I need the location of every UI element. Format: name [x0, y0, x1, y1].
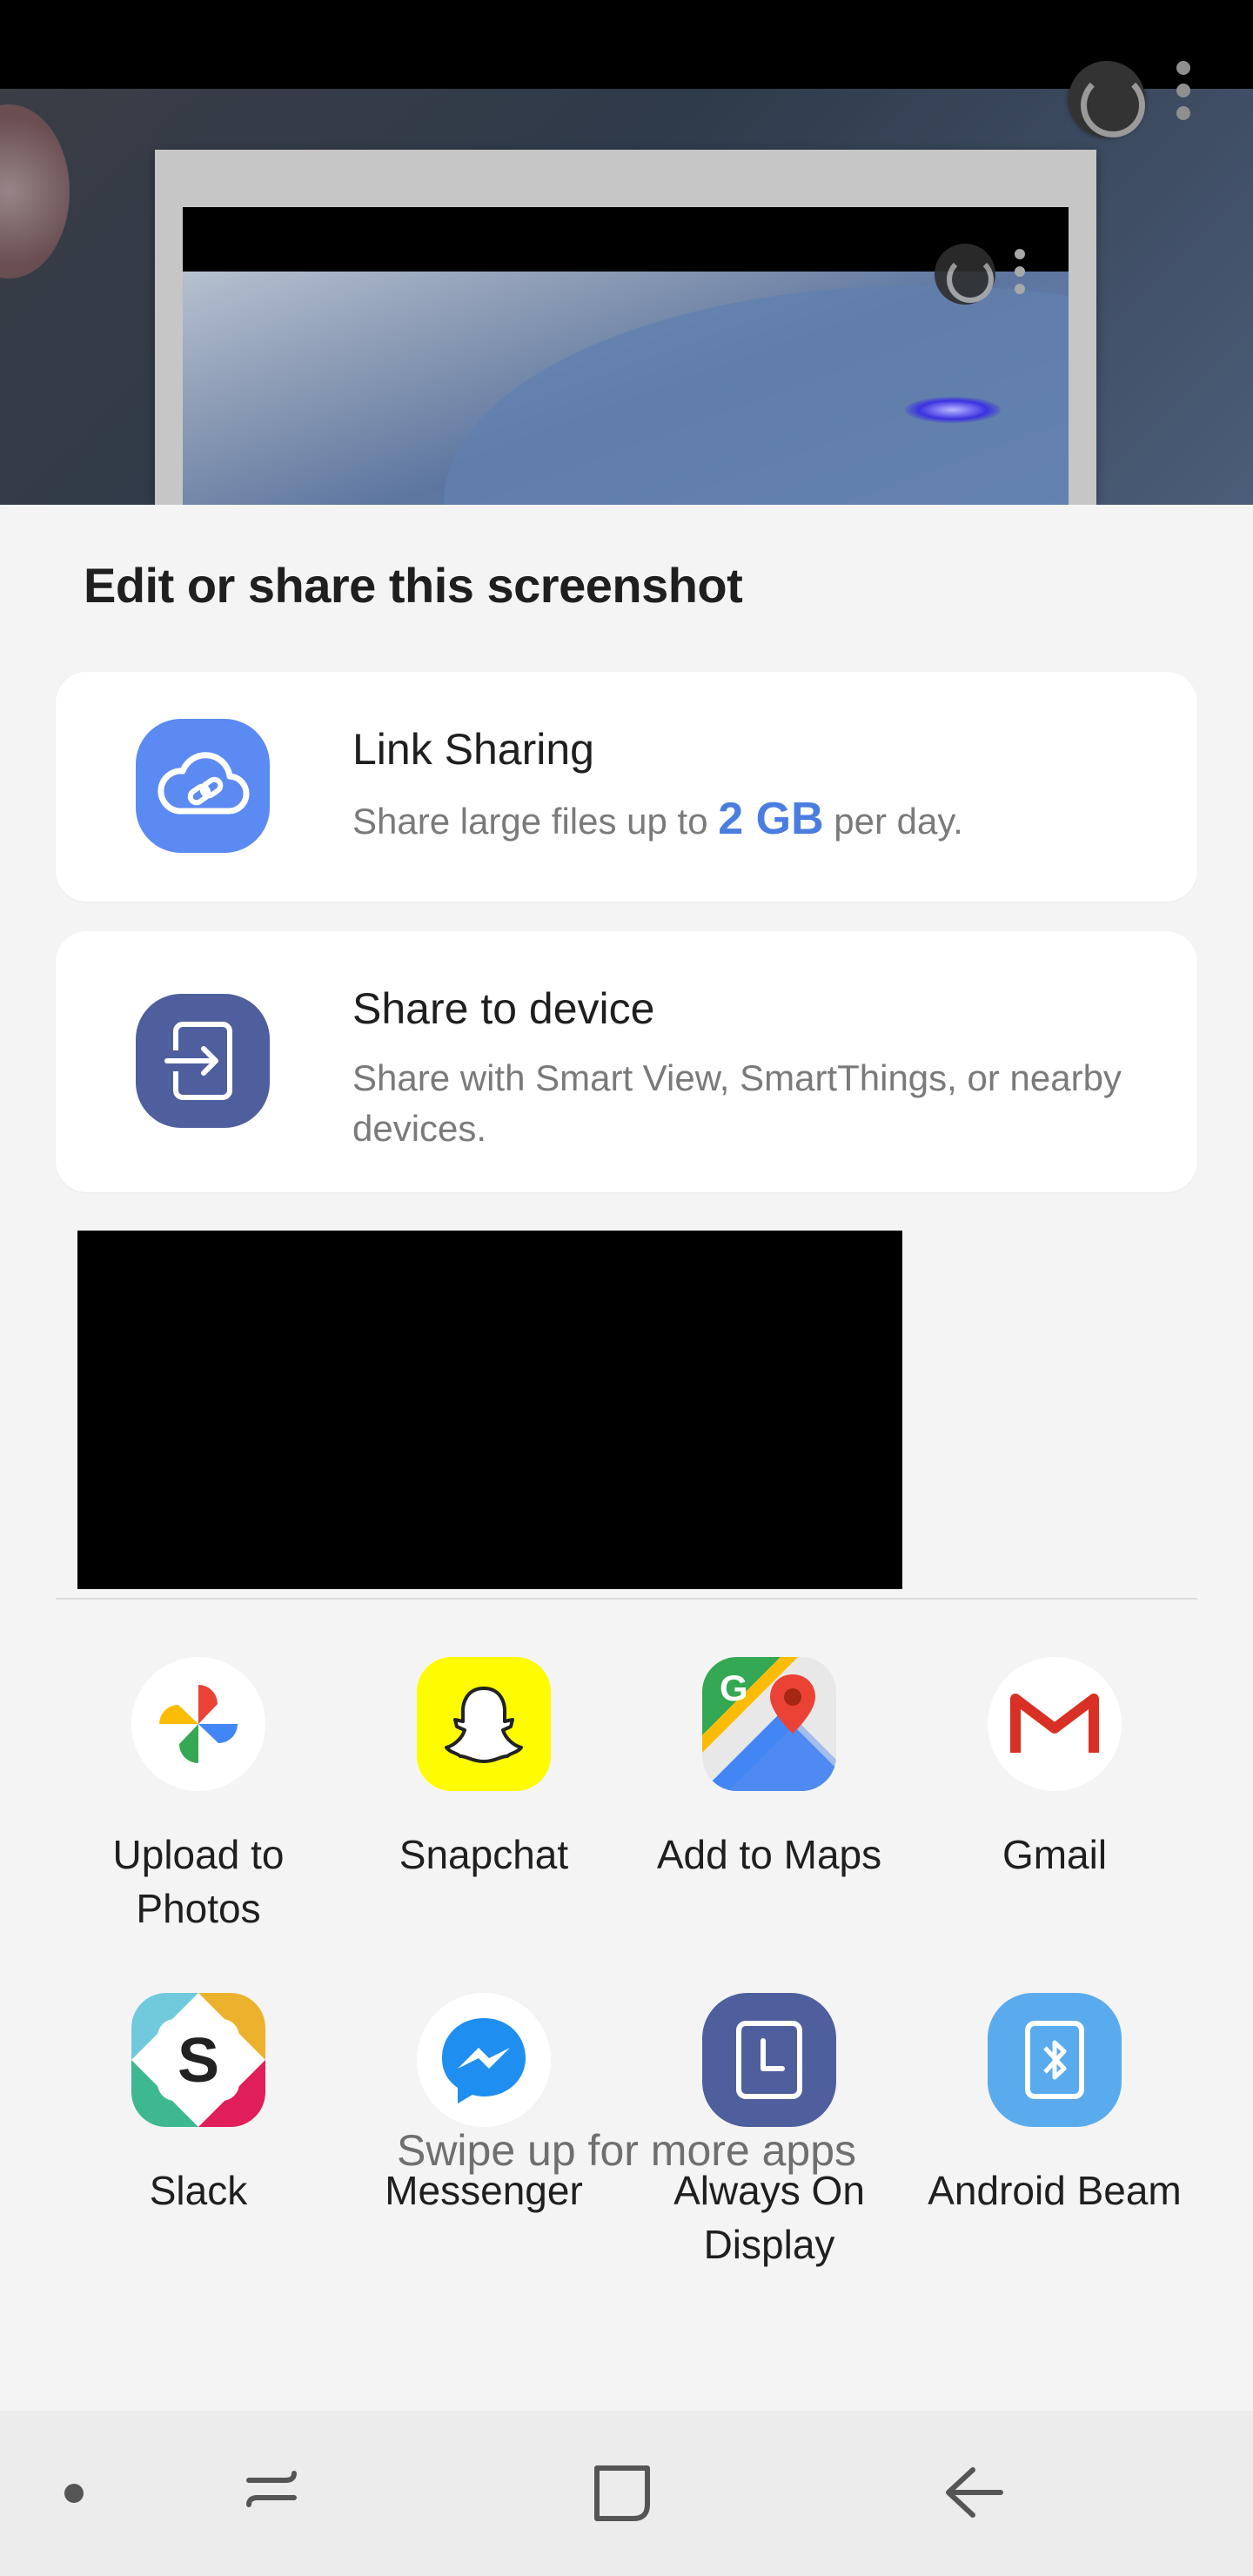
screenshot-thumbnail[interactable] — [155, 150, 1096, 505]
app-messenger[interactable]: Messenger — [341, 1993, 626, 2217]
thumbnail-more-icon — [1015, 249, 1027, 301]
app-slack[interactable]: S Slack — [56, 1993, 341, 2217]
gmail-icon — [988, 1657, 1122, 1791]
app-add-to-maps[interactable]: G Add to Maps — [626, 1657, 912, 1882]
cloud-link-icon — [136, 719, 270, 853]
redacted-direct-share-area — [77, 1231, 902, 1589]
svg-text:S: S — [178, 2026, 219, 2096]
share-sheet: Edit or share this screenshot Link Shari… — [0, 505, 1253, 2411]
thumbnail-top-bar — [183, 207, 1069, 272]
thumbnail-light — [905, 397, 1001, 423]
share-device-icon — [136, 994, 270, 1128]
home-icon[interactable] — [583, 2454, 661, 2532]
link-sharing-subtitle: Share large files up to 2 GB per day. — [352, 794, 963, 844]
swipe-hint: Swipe up for more apps — [396, 2126, 857, 2175]
screenshot-preview — [0, 0, 1253, 505]
link-sharing-title: Link Sharing — [352, 725, 594, 774]
refresh-icon — [1069, 61, 1145, 138]
navigation-bar — [0, 2411, 1253, 2576]
thumbnail-refresh-icon — [935, 244, 995, 305]
share-to-device-title: Share to device — [352, 984, 655, 1033]
app-gmail[interactable]: Gmail — [912, 1657, 1197, 1882]
preview-background-object — [0, 104, 70, 278]
android-beam-icon — [988, 1993, 1122, 2127]
app-snapchat[interactable]: Snapchat — [341, 1657, 626, 1882]
svg-text:G: G — [720, 1667, 748, 1708]
thumbnail-image — [183, 207, 1069, 505]
messenger-icon — [417, 1993, 551, 2127]
app-android-beam[interactable]: Android Beam — [912, 1993, 1197, 2217]
share-to-device-subtitle: Share with Smart View, SmartThings, or n… — [352, 1057, 1122, 1149]
app-upload-to-photos[interactable]: Upload to Photos — [56, 1657, 341, 1935]
back-icon[interactable] — [935, 2454, 1013, 2532]
link-sharing-option[interactable]: Link Sharing Share large files up to 2 G… — [56, 672, 1197, 902]
snapchat-icon — [417, 1657, 551, 1791]
google-maps-icon: G — [702, 1657, 836, 1791]
app-label: Add to Maps — [656, 1832, 882, 1877]
recents-icon[interactable] — [233, 2454, 312, 2532]
app-label: Upload to Photos — [112, 1832, 285, 1931]
divider — [56, 1598, 1197, 1600]
preview-top-bar — [0, 0, 1253, 89]
always-on-display-icon — [702, 1993, 836, 2127]
slack-icon: S — [131, 1993, 265, 2127]
google-photos-icon — [131, 1657, 265, 1791]
share-to-device-option[interactable]: Share to device Share with Smart View, S… — [56, 931, 1197, 1192]
nav-indicator-dot — [64, 2484, 84, 2503]
app-label: Snapchat — [399, 1832, 569, 1877]
sheet-title: Edit or share this screenshot — [84, 558, 743, 613]
app-label: Always On Display — [673, 2168, 865, 2267]
thumbnail-surface — [444, 285, 1069, 505]
app-label: Gmail — [1002, 1832, 1108, 1877]
more-options-icon — [1176, 61, 1194, 122]
